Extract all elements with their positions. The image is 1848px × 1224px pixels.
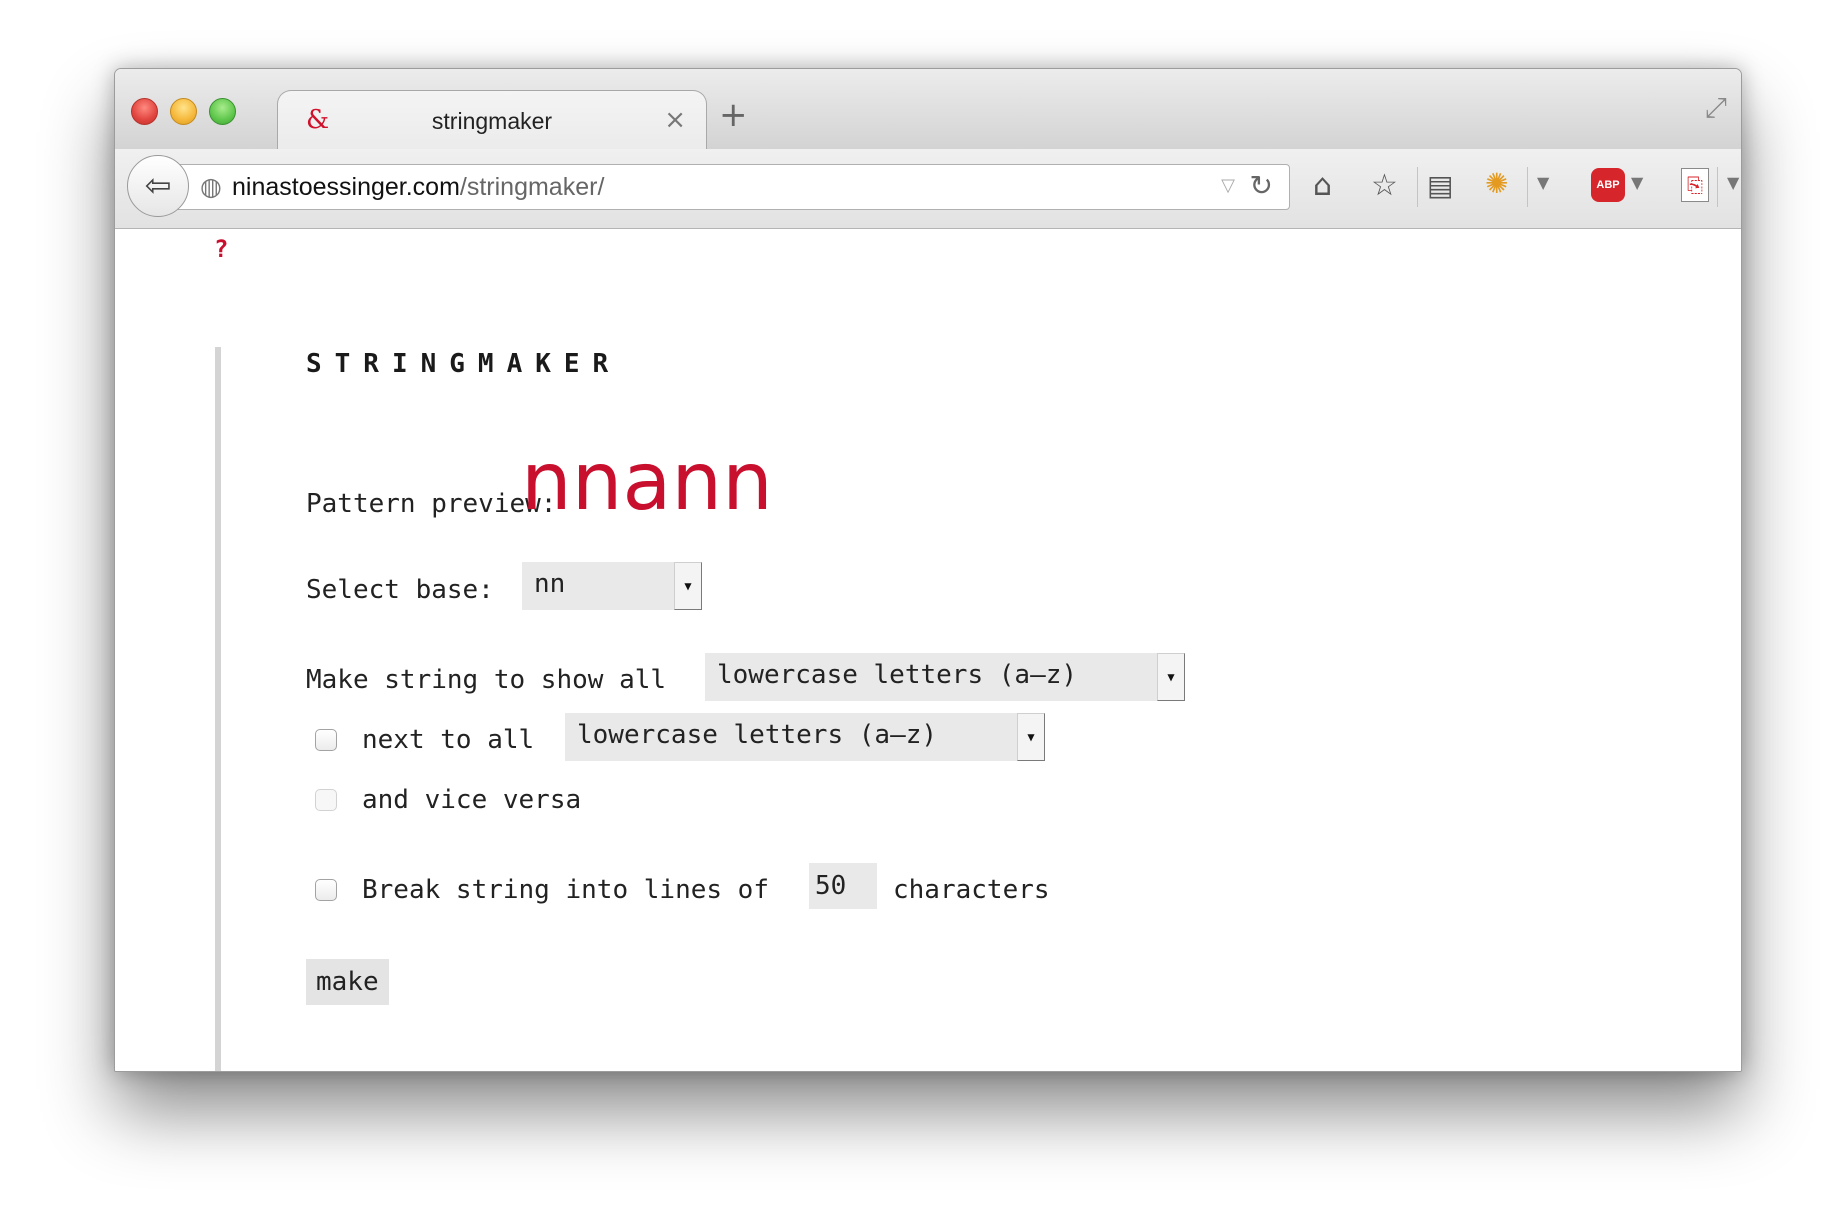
reading-list-icon[interactable]: ▤: [1427, 169, 1453, 203]
vice-versa-checkbox[interactable]: [315, 789, 337, 811]
base-select-value: nn: [534, 569, 566, 599]
base-select[interactable]: nn ▼: [522, 562, 702, 610]
url-bar[interactable]: ◍ ninastoessinger.com/stringmaker/ ▽ ↻: [165, 164, 1290, 210]
chevron-down-icon[interactable]: ▼: [1017, 713, 1045, 761]
firebug-dropdown-icon[interactable]: ▼: [1537, 173, 1549, 192]
close-tab-icon[interactable]: ×: [664, 105, 686, 135]
select-base-label: Select base:: [306, 575, 494, 605]
page-content: ? STRINGMAKER Pattern preview: nnann Sel…: [115, 229, 1741, 1071]
new-tab-button[interactable]: +: [719, 95, 748, 135]
url-path: /stringmaker/: [459, 173, 605, 201]
url-text[interactable]: ninastoessinger.com/stringmaker/: [232, 173, 604, 202]
show-all-label: Make string to show all: [306, 665, 667, 695]
url-host: ninastoessinger.com: [232, 173, 460, 201]
show-all-select-value: lowercase letters (a–z): [717, 660, 1078, 690]
next-to-label: next to all: [362, 725, 535, 755]
line-length-input[interactable]: [809, 863, 877, 909]
globe-icon: ◍: [200, 172, 222, 201]
pdf-icon[interactable]: ⎘: [1681, 168, 1709, 202]
home-icon[interactable]: ⌂: [1313, 169, 1332, 203]
make-button[interactable]: make: [306, 959, 389, 1005]
pattern-preview-label: Pattern preview:: [306, 489, 557, 519]
chevron-down-icon[interactable]: ▼: [674, 562, 702, 610]
zoom-window-button[interactable]: [209, 98, 236, 125]
pattern-preview-value: nnann: [521, 435, 773, 528]
nav-toolbar: ◍ ninastoessinger.com/stringmaker/ ▽ ↻ ⇦…: [115, 149, 1741, 229]
characters-label: characters: [893, 875, 1050, 905]
minimize-window-button[interactable]: [170, 98, 197, 125]
browser-window: & stringmaker × + ⤢ ◍ ninastoessinger.co…: [114, 68, 1742, 1072]
page-title: STRINGMAKER: [306, 349, 622, 379]
vice-versa-label: and vice versa: [362, 785, 582, 815]
next-to-select[interactable]: lowercase letters (a–z) ▼: [565, 713, 1045, 761]
next-to-select-value: lowercase letters (a–z): [577, 720, 938, 750]
bookmark-star-icon[interactable]: ☆: [1371, 169, 1398, 203]
left-rule: [215, 347, 221, 1071]
next-to-checkbox[interactable]: [315, 729, 337, 751]
back-button[interactable]: ⇦: [127, 155, 189, 217]
chevron-down-icon[interactable]: ▼: [1157, 653, 1185, 701]
break-lines-label: Break string into lines of: [362, 875, 769, 905]
tab-stringmaker[interactable]: & stringmaker ×: [277, 90, 707, 150]
firebug-icon[interactable]: ✺: [1485, 167, 1508, 200]
show-all-select[interactable]: lowercase letters (a–z) ▼: [705, 653, 1185, 701]
fullscreen-icon[interactable]: ⤢: [1705, 91, 1727, 125]
toolbar-separator: [1417, 167, 1418, 207]
adblock-plus-icon[interactable]: ABP: [1591, 168, 1625, 202]
back-arrow-icon: ⇦: [144, 166, 172, 204]
break-lines-checkbox[interactable]: [315, 879, 337, 901]
close-window-button[interactable]: [131, 98, 158, 125]
tab-title: stringmaker: [431, 108, 553, 134]
url-history-dropdown-icon[interactable]: ▽: [1221, 175, 1235, 196]
toolbar-separator: [1717, 167, 1718, 207]
reload-icon[interactable]: ↻: [1250, 169, 1273, 202]
adblock-dropdown-icon[interactable]: ▼: [1631, 173, 1643, 192]
title-bar: & stringmaker × + ⤢: [115, 69, 1741, 150]
toolbar-separator: [1527, 167, 1528, 207]
help-link[interactable]: ?: [214, 235, 228, 263]
pdf-dropdown-icon[interactable]: ▼: [1727, 173, 1739, 192]
